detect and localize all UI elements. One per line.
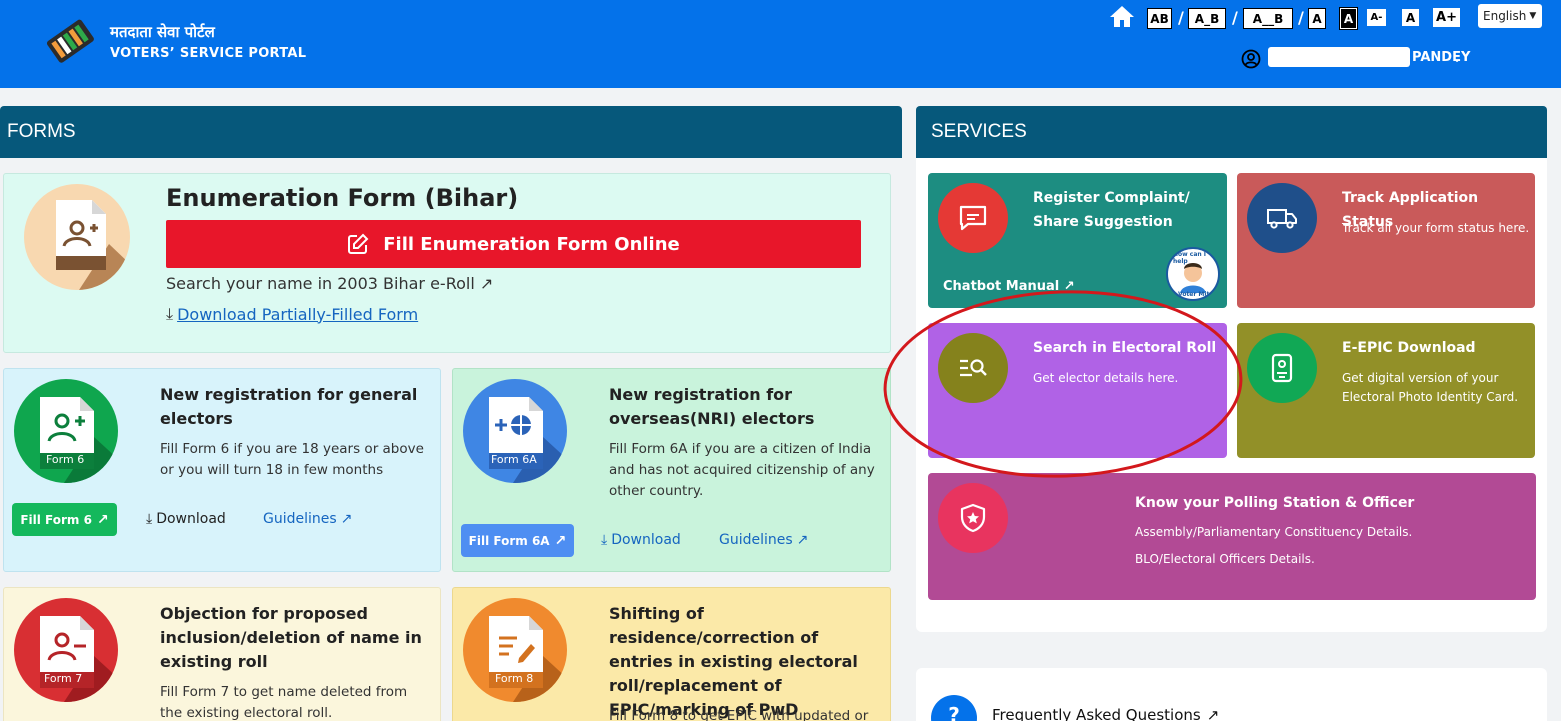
- font-increase-button[interactable]: A+: [1433, 8, 1460, 27]
- separator: /: [1178, 8, 1184, 27]
- form-6a-download-link[interactable]: ⤓ Download: [601, 532, 681, 548]
- fill-form-6a-label: Fill Form 6A: [468, 533, 550, 548]
- fill-form-6-label: Fill Form 6: [20, 512, 92, 527]
- download-partial-form-link[interactable]: ⤓ Download Partially-Filled Form: [166, 304, 418, 324]
- id-card-icon: [1247, 333, 1317, 403]
- form-6-badge: Form 6: [46, 453, 85, 466]
- faq-link[interactable]: Frequently Asked Questions ↗: [992, 706, 1219, 721]
- form-8-card: Form 8 Shifting of residence/correction …: [452, 587, 891, 721]
- form-6-guidelines-label: Guidelines: [263, 511, 337, 527]
- brand-title-hindi: मतदाता सेवा पोर्टल: [110, 23, 215, 41]
- e-epic-title: E-EPIC Download: [1342, 340, 1476, 356]
- form-8-title: Shifting of residence/correction of entr…: [609, 604, 858, 719]
- font-decrease-button[interactable]: A-: [1367, 9, 1386, 26]
- redacted-user-name: [1268, 47, 1410, 67]
- user-avatar-icon[interactable]: [1241, 49, 1261, 69]
- question-icon: ?: [931, 695, 977, 721]
- enumeration-form-card: Enumeration Form (Bihar) Fill Enumeratio…: [3, 173, 891, 353]
- download-partial-form-label: Download Partially-Filled Form: [177, 304, 419, 324]
- faq-card[interactable]: ? Frequently Asked Questions ↗: [916, 668, 1547, 721]
- services-heading: SERVICES: [916, 106, 1547, 158]
- chevron-down-icon: ▼: [1529, 11, 1537, 21]
- external-link-icon: ↗: [479, 274, 494, 293]
- form-6-description: Fill Form 6 if you are 18 years or above…: [160, 441, 424, 478]
- form-8-icon: Form 8: [463, 598, 567, 702]
- form-6-download-label: Download: [156, 511, 226, 527]
- fill-enumeration-form-label: Fill Enumeration Form Online: [383, 233, 680, 255]
- e-epic-description: Get digital version of your Electoral Ph…: [1342, 371, 1519, 404]
- form-6a-guidelines-label: Guidelines: [719, 532, 793, 548]
- chat-icon: [938, 183, 1008, 253]
- form-6-guidelines-link[interactable]: Guidelines ↗: [263, 511, 352, 527]
- top-header: मतदाता सेवा पोर्टल VOTERS’ SERVICE PORTA…: [0, 0, 1561, 88]
- polling-station-description-1: Assembly/Parliamentary Constituency Deta…: [1135, 525, 1413, 539]
- download-icon: ⤓: [146, 511, 153, 527]
- form-6a-icon: Form 6A: [463, 379, 567, 483]
- form-6a-title: New registration for overseas(NRI) elect…: [609, 385, 815, 428]
- fill-enumeration-form-button[interactable]: Fill Enumeration Form Online: [166, 220, 861, 268]
- separator: /: [1232, 8, 1238, 27]
- external-link-icon: ↗: [1206, 706, 1220, 721]
- language-select-value: English: [1483, 9, 1527, 23]
- polling-station-tile[interactable]: Know your Polling Station & Officer Asse…: [928, 473, 1536, 600]
- form-6a-card: Form 6A New registration for overseas(NR…: [452, 368, 891, 572]
- text-spacing-normal-button[interactable]: AB: [1147, 8, 1172, 29]
- text-spacing-large-button[interactable]: A__B: [1243, 8, 1293, 29]
- enumeration-form-title: Enumeration Form (Bihar): [166, 184, 519, 212]
- form-7-badge: Form 7: [44, 672, 83, 685]
- track-application-tile[interactable]: Track Application Status Track all your …: [1237, 173, 1535, 308]
- polling-station-description-2: BLO/Electoral Officers Details.: [1135, 552, 1315, 566]
- fill-form-6-button[interactable]: Fill Form 6 ↗: [12, 503, 117, 536]
- badge-star-icon: [938, 483, 1008, 553]
- form-7-icon: Form 7: [14, 598, 118, 702]
- form-6a-badge: Form 6A: [491, 453, 537, 466]
- external-link-icon: ↗: [340, 511, 353, 527]
- forms-heading: FORMS: [0, 106, 902, 158]
- annotation-ellipse: [883, 290, 1243, 478]
- download-icon: ⤓: [601, 532, 608, 548]
- high-contrast-button[interactable]: A: [1339, 7, 1358, 30]
- search-2003-eroll-label: Search your name in 2003 Bihar e-Roll: [166, 274, 475, 293]
- register-complaint-title: Register Complaint/ Share Suggestion: [1033, 190, 1190, 230]
- form-6a-download-label: Download: [611, 532, 681, 548]
- form-7-description: Fill Form 7 to get name deleted from the…: [160, 684, 408, 721]
- form-6-download-link[interactable]: ⤓ Download: [146, 511, 226, 527]
- font-normal-button[interactable]: A: [1402, 9, 1419, 26]
- form-6-title: New registration for general electors: [160, 385, 418, 428]
- download-icon: ⤓: [166, 304, 174, 323]
- form-8-description: Fill Form 8 to get EPIC with updated or: [609, 708, 869, 721]
- text-spacing-medium-button[interactable]: A_B: [1188, 8, 1226, 29]
- form-8-badge: Form 8: [495, 672, 534, 685]
- voter-mitra-top-text: How can I help: [1173, 251, 1206, 265]
- external-link-icon: ↗: [554, 532, 567, 549]
- e-epic-download-tile[interactable]: E-EPIC Download Get digital version of y…: [1237, 323, 1535, 458]
- delivery-truck-icon: [1247, 183, 1317, 253]
- language-select[interactable]: English ▼: [1478, 4, 1542, 28]
- separator: /: [1298, 8, 1304, 27]
- edit-icon: [348, 233, 369, 254]
- form-7-card: Form 7 Objection for proposed inclusion/…: [3, 587, 441, 721]
- form-7-title: Objection for proposed inclusion/deletio…: [160, 604, 422, 671]
- external-link-icon: ↗: [796, 532, 809, 548]
- eci-logo-icon[interactable]: [42, 16, 100, 68]
- form-6a-description: Fill Form 6A if you are a citizen of Ind…: [609, 441, 875, 499]
- enumeration-form-icon: [24, 184, 130, 290]
- brand-title-english: VOTERS’ SERVICE PORTAL: [110, 46, 307, 61]
- form-6a-guidelines-link[interactable]: Guidelines ↗: [719, 532, 808, 548]
- polling-station-title: Know your Polling Station & Officer: [1135, 495, 1415, 511]
- form-6-card: Form 6 New registration for general elec…: [3, 368, 441, 572]
- fill-form-6a-button[interactable]: Fill Form 6A ↗: [461, 524, 574, 557]
- home-icon[interactable]: [1108, 4, 1136, 28]
- form-6-icon: Form 6: [14, 379, 118, 483]
- chevron-down-icon[interactable]: ⌄: [1452, 51, 1462, 65]
- normal-contrast-button[interactable]: A: [1308, 8, 1326, 29]
- external-link-icon: ↗: [96, 511, 109, 528]
- search-2003-eroll-link[interactable]: Search your name in 2003 Bihar e-Roll ↗: [166, 274, 493, 293]
- track-application-description: Track all your form status here.: [1342, 221, 1530, 235]
- faq-label: Frequently Asked Questions: [992, 706, 1201, 721]
